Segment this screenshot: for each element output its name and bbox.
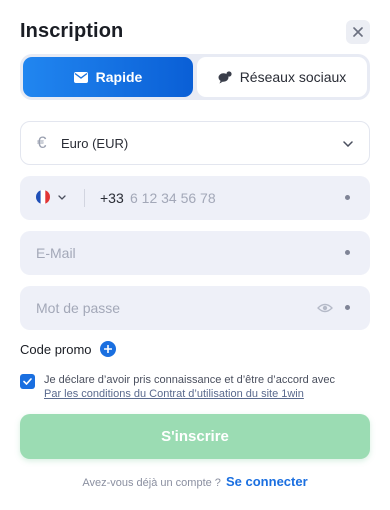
country-selector[interactable] xyxy=(36,190,66,204)
registration-tabs: Rapide Réseaux sociaux xyxy=(20,54,370,100)
phone-input[interactable]: 6 12 34 56 78 xyxy=(130,190,216,206)
status-dot xyxy=(345,250,350,255)
terms-text: Je déclare d’avoir pris connaissance et … xyxy=(44,373,335,401)
eye-icon[interactable] xyxy=(317,303,333,313)
euro-icon: € xyxy=(37,133,47,152)
email-input[interactable]: E-Mail xyxy=(36,245,76,261)
submit-button[interactable]: S'inscrire xyxy=(20,414,370,459)
france-flag-icon xyxy=(36,190,50,204)
close-icon xyxy=(353,27,363,37)
currency-value: Euro (EUR) xyxy=(61,135,129,151)
tab-social-networks[interactable]: Réseaux sociaux xyxy=(197,57,367,97)
chevron-down-icon xyxy=(58,194,66,200)
terms-consent: Je déclare d’avoir pris connaissance et … xyxy=(20,373,370,401)
phone-field[interactable]: +33 6 12 34 56 78 xyxy=(20,176,370,220)
envelope-icon xyxy=(73,71,88,83)
login-prompt: Avez-vous déjà un compte ? Se connecter xyxy=(0,474,390,489)
tab-social-networks-label: Réseaux sociaux xyxy=(239,69,347,85)
email-field[interactable]: E-Mail xyxy=(20,231,370,275)
currency-select[interactable]: € Euro (EUR) xyxy=(20,121,370,165)
password-field[interactable]: Mot de passe xyxy=(20,286,370,330)
login-question: Avez-vous déjà un compte ? xyxy=(82,477,221,489)
promo-code-toggle[interactable]: Code promo xyxy=(20,341,116,357)
password-input[interactable]: Mot de passe xyxy=(36,300,120,316)
tab-rapide-label: Rapide xyxy=(95,69,143,85)
phone-divider xyxy=(84,189,85,207)
dial-code: +33 xyxy=(100,190,124,206)
chevron-down-icon xyxy=(343,141,353,147)
terms-link[interactable]: Par les conditions du Contrat d’utilisat… xyxy=(44,387,335,401)
status-dot xyxy=(345,305,350,310)
promo-add-button[interactable] xyxy=(99,341,116,357)
close-button[interactable] xyxy=(346,20,370,44)
status-dot xyxy=(345,195,350,200)
terms-statement: Je déclare d’avoir pris connaissance et … xyxy=(44,374,336,386)
promo-label: Code promo xyxy=(20,341,92,357)
page-title: Inscription xyxy=(20,20,124,42)
checkmark-icon xyxy=(23,378,32,385)
tab-rapide[interactable]: Rapide xyxy=(23,57,193,97)
terms-checkbox[interactable] xyxy=(20,374,35,389)
login-link[interactable]: Se connecter xyxy=(226,474,308,489)
chat-bubbles-icon xyxy=(218,70,232,83)
plus-icon xyxy=(103,345,112,353)
